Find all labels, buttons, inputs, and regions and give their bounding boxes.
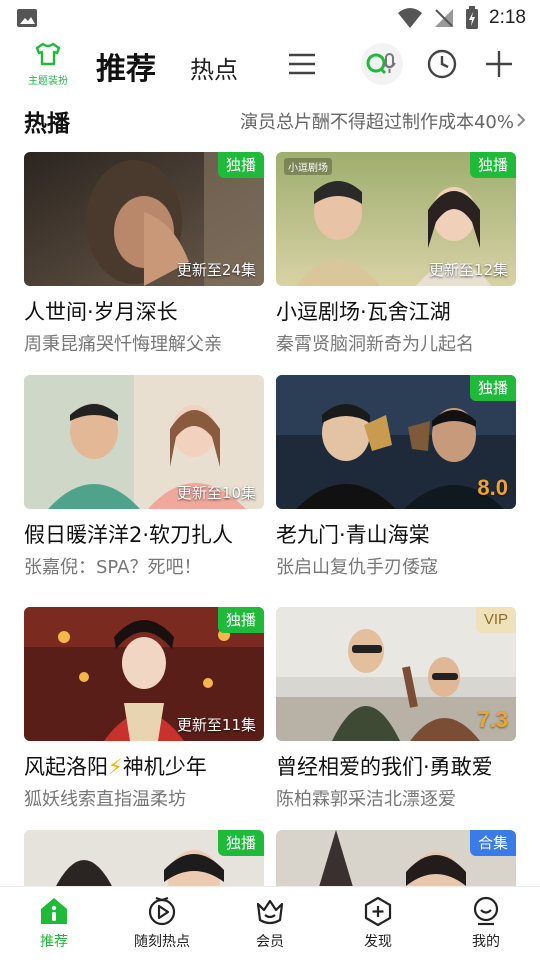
tab-hot[interactable]: 热点: [190, 50, 238, 85]
rating-score: 7.3: [477, 707, 508, 732]
theme-label: 主题装扮: [28, 76, 68, 87]
video-subtitle: 陈柏霖郭采洁北漂逐爱: [276, 789, 456, 810]
video-thumbnail[interactable]: 独播 更新至11集: [24, 607, 264, 741]
bottom-tab-discover[interactable]: 发现: [333, 895, 423, 951]
profile-icon: [473, 896, 499, 926]
video-card[interactable]: 独播 更新至24集 人世间·岁月深长 周秉昆痛哭忏悔理解父亲: [24, 152, 264, 356]
tshirt-icon: [35, 42, 61, 66]
video-title[interactable]: 曾经相爱的我们·勇敢爱: [276, 751, 516, 781]
episode-status: 更新至11集: [176, 716, 256, 734]
video-thumbnail[interactable]: 更新至10集: [24, 375, 264, 509]
video-title[interactable]: 人世间·岁月深长: [24, 296, 264, 326]
video-title[interactable]: 老九门·青山海棠: [276, 519, 516, 549]
video-card[interactable]: 小逗剧场 独播 更新至12集 小逗剧场·瓦舍江湖 秦霄贤脑洞新奇为儿起名: [276, 152, 516, 356]
top-navigation: 主题装扮 推荐 热点: [0, 36, 540, 92]
play-circle-icon: [148, 896, 176, 926]
video-thumbnail[interactable]: VIP 7.3: [276, 607, 516, 741]
bottom-tab-label: 随刻热点: [134, 934, 190, 950]
bottom-tab-label: 我的: [472, 934, 500, 950]
chevron-right-icon[interactable]: [516, 112, 526, 128]
add-icon[interactable]: [483, 48, 515, 80]
episode-status: 更新至10集: [176, 484, 256, 502]
collection-badge: 合集: [469, 830, 516, 856]
video-subtitle: 张嘉倪：SPA？死吧！: [24, 557, 202, 578]
xiaodou-theatre-logo: 小逗剧场: [284, 158, 332, 175]
episode-status: 更新至12集: [428, 261, 508, 279]
battery-charging-icon: [466, 6, 479, 29]
video-thumbnail[interactable]: 独播 8.0: [276, 375, 516, 509]
section-title: 热播: [24, 111, 70, 137]
video-card[interactable]: 更新至10集 假日暖洋洋2·软刀扎人 张嘉倪：SPA？死吧！: [24, 375, 264, 579]
bottom-tab-label: 发现: [364, 934, 392, 950]
video-subtitle: 秦霄贤脑洞新奇为儿起名: [276, 334, 474, 355]
vip-badge: VIP: [475, 607, 516, 633]
exclusive-badge: 独播: [217, 830, 264, 856]
exclusive-badge: 独播: [469, 375, 516, 401]
bottom-tab-trending[interactable]: 随刻热点: [117, 895, 207, 951]
gallery-notification-icon: [17, 9, 37, 27]
lightning-icon: ⚡: [108, 755, 123, 779]
history-clock-icon[interactable]: [426, 48, 458, 80]
video-title[interactable]: 风起洛阳⚡神机少年: [24, 751, 264, 781]
bottom-tab-profile[interactable]: 我的: [441, 895, 531, 951]
video-title-part: 风起洛阳: [24, 755, 108, 779]
video-card[interactable]: 独播 8.0 老九门·青山海棠 张启山复仇手刃倭寇: [276, 375, 516, 579]
video-subtitle: 狐妖线索直指温柔坊: [24, 789, 186, 810]
home-icon: [41, 898, 67, 924]
no-signal-icon: [435, 9, 454, 27]
section-headline-link[interactable]: 演员总片酬不得超过制作成本40%: [240, 108, 514, 134]
video-thumbnail[interactable]: 独播 更新至24集: [24, 152, 264, 286]
status-time: 2:18: [489, 7, 526, 28]
video-title[interactable]: 小逗剧场·瓦舍江湖: [276, 296, 516, 326]
section-header: 热播 演员总片酬不得超过制作成本40%: [0, 98, 540, 142]
bottom-tab-label: 会员: [256, 934, 284, 950]
menu-icon[interactable]: [286, 48, 318, 80]
wifi-icon: [398, 8, 423, 28]
bottom-tab-vip[interactable]: 会员: [225, 895, 315, 951]
exclusive-badge: 独播: [217, 152, 264, 178]
video-thumbnail[interactable]: 小逗剧场 独播 更新至12集: [276, 152, 516, 286]
exclusive-badge: 独播: [217, 607, 264, 633]
plus-circle-icon: [364, 896, 392, 927]
video-title-part: 神机少年: [122, 755, 207, 779]
crown-icon: [256, 899, 284, 925]
tab-recommend[interactable]: 推荐: [96, 44, 156, 88]
video-subtitle: 张启山复仇手刃倭寇: [276, 557, 438, 578]
episode-status: 更新至24集: [176, 261, 256, 279]
bottom-tab-label: 推荐: [40, 934, 68, 950]
video-card[interactable]: 独播 更新至11集 风起洛阳⚡神机少年 狐妖线索直指温柔坊: [24, 607, 264, 811]
rating-score: 8.0: [477, 475, 508, 500]
video-title[interactable]: 假日暖洋洋2·软刀扎人: [24, 519, 264, 549]
bottom-navigation: 推荐 随刻热点 会员 发现 我的: [0, 886, 540, 960]
theme-dressup-button[interactable]: 主题装扮: [20, 42, 76, 90]
status-bar: 2:18: [0, 0, 540, 36]
search-voice-icon[interactable]: [360, 42, 404, 86]
bottom-tab-recommend[interactable]: 推荐: [9, 895, 99, 951]
video-subtitle: 周秉昆痛哭忏悔理解父亲: [24, 334, 222, 355]
exclusive-badge: 独播: [469, 152, 516, 178]
video-card[interactable]: VIP 7.3 曾经相爱的我们·勇敢爱 陈柏霖郭采洁北漂逐爱: [276, 607, 516, 811]
